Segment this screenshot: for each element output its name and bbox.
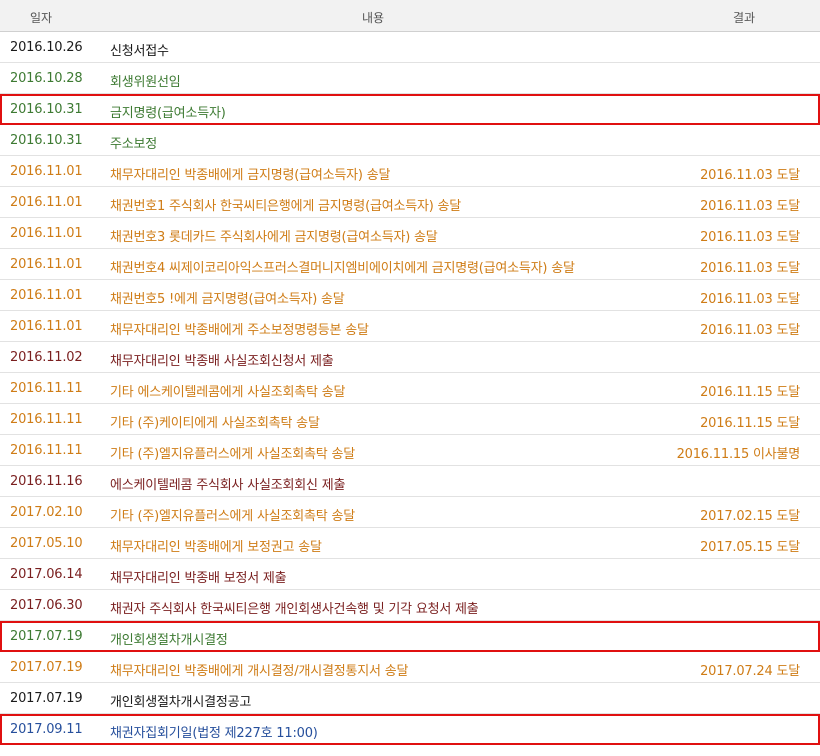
table-row: 2016.11.11 기타 에스케이텔레콤에게 사실조회촉탁 송달 2016.11.… (0, 373, 820, 404)
row-date: 2017.02.10 (10, 505, 83, 520)
row-date: 2017.09.11 (10, 722, 83, 737)
table-row: 2017.06.14 채무자대리인 박종배 보정서 제출 (0, 559, 820, 590)
row-date: 2017.07.19 (10, 691, 83, 706)
table-row: 2016.10.26 신청서접수 (0, 32, 820, 63)
row-content: 개인회생절차개시결정공고 (110, 695, 252, 710)
row-result: 2017.05.15 도달 (700, 540, 800, 555)
row-content: 기타 에스케이텔레콤에게 사실조회촉탁 송달 (110, 385, 346, 400)
table-row: 2016.10.31 주소보정 (0, 125, 820, 156)
header-result: 결과 (733, 11, 756, 25)
row-content: 에스케이텔레콤 주식회사 사실조회회신 제출 (110, 478, 346, 493)
row-content: 채무자대리인 박종배에게 주소보정명령등본 송달 (110, 323, 369, 338)
row-result: 2017.02.15 도달 (700, 509, 800, 524)
table-row: 2017.09.11 채권자집회기일(법정 제227호 11:00) (0, 714, 820, 745)
row-date: 2016.11.11 (10, 443, 83, 458)
row-result: 2016.11.15 도달 (700, 385, 800, 400)
table-row: 2016.11.01 채권번호5 !에게 금지명령(급여소득자) 송달 2016.1… (0, 280, 820, 311)
row-result: 2016.11.03 도달 (700, 323, 800, 338)
row-date: 2017.07.19 (10, 629, 83, 644)
row-date: 2016.11.01 (10, 195, 83, 210)
table-row: 2016.11.02 채무자대리인 박종배 사실조회신청서 제출 (0, 342, 820, 373)
row-result: 2017.07.24 도달 (700, 664, 800, 679)
row-content: 기타 (주)엘지유플러스에게 사실조회촉탁 송달 (110, 509, 355, 524)
row-result: 2016.11.15 이사불명 (676, 447, 801, 462)
row-date: 2016.11.01 (10, 288, 83, 303)
case-progress-table: 일자 내용 결과 2016.10.26 신청서접수 2016.10.28 회생위원선임… (0, 0, 820, 745)
row-date: 2016.10.31 (10, 102, 83, 117)
row-date: 2017.07.19 (10, 660, 83, 675)
row-date: 2016.11.11 (10, 381, 83, 396)
row-date: 2016.10.26 (10, 40, 83, 55)
row-date: 2016.10.28 (10, 71, 83, 86)
table-row: 2017.07.19 채무자대리인 박종배에게 개시결정/개시결정통지서 송달 20… (0, 652, 820, 683)
row-date: 2017.05.10 (10, 536, 83, 551)
row-content: 회생위원선임 (110, 75, 181, 90)
row-date: 2016.11.01 (10, 164, 83, 179)
row-content: 채무자대리인 박종배에게 보정권고 송달 (110, 540, 322, 555)
table-row: 2017.07.19 개인회생절차개시결정공고 (0, 683, 820, 714)
table-row: 2016.10.28 회생위원선임 (0, 63, 820, 94)
table-row: 2017.02.10 기타 (주)엘지유플러스에게 사실조회촉탁 송달 2017.0… (0, 497, 820, 528)
table-row: 2016.11.11 기타 (주)엘지유플러스에게 사실조회촉탁 송달 2016.1… (0, 435, 820, 466)
table-body: 2016.10.26 신청서접수 2016.10.28 회생위원선임 2016.10.3… (0, 32, 820, 745)
row-date: 2017.06.14 (10, 567, 83, 582)
row-result: 2016.11.03 도달 (700, 230, 800, 245)
table-row: 2016.11.11 기타 (주)케이티에게 사실조회촉탁 송달 2016.11.1… (0, 404, 820, 435)
row-content: 금지명령(급여소득자) (110, 106, 226, 121)
row-content: 채권자집회기일(법정 제227호 11:00) (110, 726, 318, 741)
table-row: 2017.07.19 개인회생절차개시결정 (0, 621, 820, 652)
table-row: 2016.11.01 채권번호3 롯데카드 주식회사에게 금지명령(급여소득자) … (0, 218, 820, 249)
row-content: 채권번호5 !에게 금지명령(급여소득자) 송달 (110, 292, 345, 307)
row-content: 채무자대리인 박종배 사실조회신청서 제출 (110, 354, 334, 369)
table-row: 2017.05.10 채무자대리인 박종배에게 보정권고 송달 2017.05.15… (0, 528, 820, 559)
row-date: 2016.11.02 (10, 350, 83, 365)
row-content: 채무자대리인 박종배 보정서 제출 (110, 571, 287, 586)
header-content: 내용 (362, 11, 385, 25)
row-content: 주소보정 (110, 137, 158, 152)
row-content: 채권번호4 씨제이코리아익스프러스결머니지엠비에이치에게 금지명령(급여소득자)… (110, 261, 575, 276)
table-row: 2016.11.01 채권번호1 주식회사 한국씨티은행에게 금지명령(급여소득자… (0, 187, 820, 218)
row-content: 채권번호3 롯데카드 주식회사에게 금지명령(급여소득자) 송달 (110, 230, 438, 245)
table-row: 2016.11.01 채권번호4 씨제이코리아익스프러스결머니지엠비에이치에게 금… (0, 249, 820, 280)
row-content: 기타 (주)엘지유플러스에게 사실조회촉탁 송달 (110, 447, 355, 462)
table-row: 2016.10.31 금지명령(급여소득자) (0, 94, 820, 125)
row-result: 2016.11.03 도달 (700, 261, 800, 276)
row-date: 2016.11.01 (10, 226, 83, 241)
row-content: 개인회생절차개시결정 (110, 633, 228, 648)
row-result: 2016.11.15 도달 (700, 416, 800, 431)
row-content: 채무자대리인 박종배에게 금지명령(급여소득자) 송달 (110, 168, 391, 183)
row-content: 기타 (주)케이티에게 사실조회촉탁 송달 (110, 416, 320, 431)
row-content: 채권자 주식회사 한국씨티은행 개인회생사건속행 및 기각 요청서 제출 (110, 602, 479, 617)
table-row: 2016.11.01 채무자대리인 박종배에게 주소보정명령등본 송달 2016.1… (0, 311, 820, 342)
header-date: 일자 (30, 11, 53, 25)
row-result: 2016.11.03 도달 (700, 292, 800, 307)
row-content: 신청서접수 (110, 44, 169, 59)
row-content: 채권번호1 주식회사 한국씨티은행에게 금지명령(급여소득자) 송달 (110, 199, 462, 214)
row-result: 2016.11.03 도달 (700, 199, 800, 214)
row-date: 2016.11.01 (10, 319, 83, 334)
table-header: 일자 내용 결과 (0, 0, 820, 32)
row-date: 2017.06.30 (10, 598, 83, 613)
row-date: 2016.11.01 (10, 257, 83, 272)
row-date: 2016.10.31 (10, 133, 83, 148)
table-row: 2017.06.30 채권자 주식회사 한국씨티은행 개인회생사건속행 및 기각 … (0, 590, 820, 621)
row-result: 2016.11.03 도달 (700, 168, 800, 183)
row-content: 채무자대리인 박종배에게 개시결정/개시결정통지서 송달 (110, 664, 409, 679)
table-row: 2016.11.01 채무자대리인 박종배에게 금지명령(급여소득자) 송달 201… (0, 156, 820, 187)
table-row: 2016.11.16 에스케이텔레콤 주식회사 사실조회회신 제출 (0, 466, 820, 497)
row-date: 2016.11.11 (10, 412, 83, 427)
row-date: 2016.11.16 (10, 474, 83, 489)
